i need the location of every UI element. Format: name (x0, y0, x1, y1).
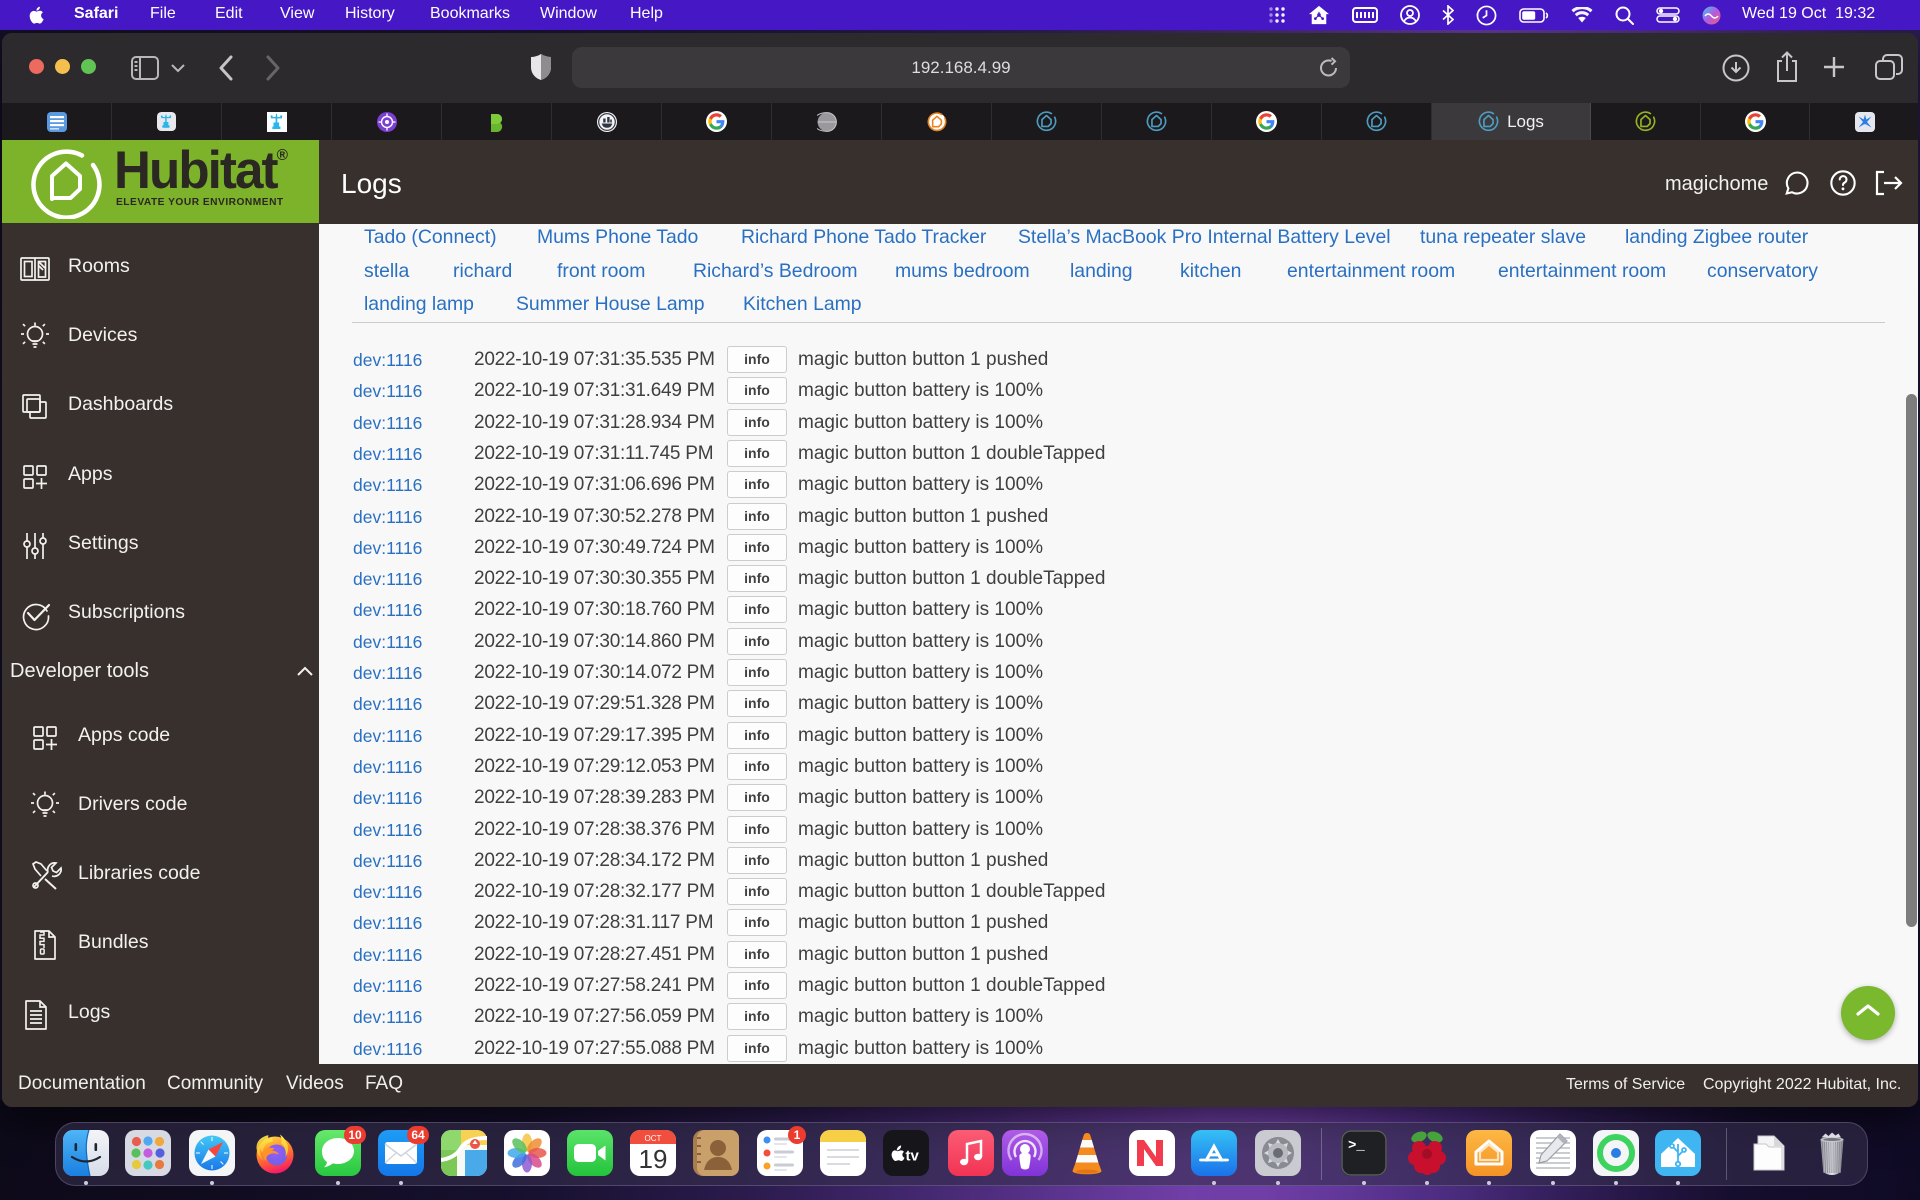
svg-text:>_: >_ (1348, 1138, 1365, 1154)
svg-text:OCT: OCT (645, 1134, 662, 1143)
svg-text:tv: tv (906, 1148, 920, 1165)
svg-text:19: 19 (639, 1144, 668, 1174)
